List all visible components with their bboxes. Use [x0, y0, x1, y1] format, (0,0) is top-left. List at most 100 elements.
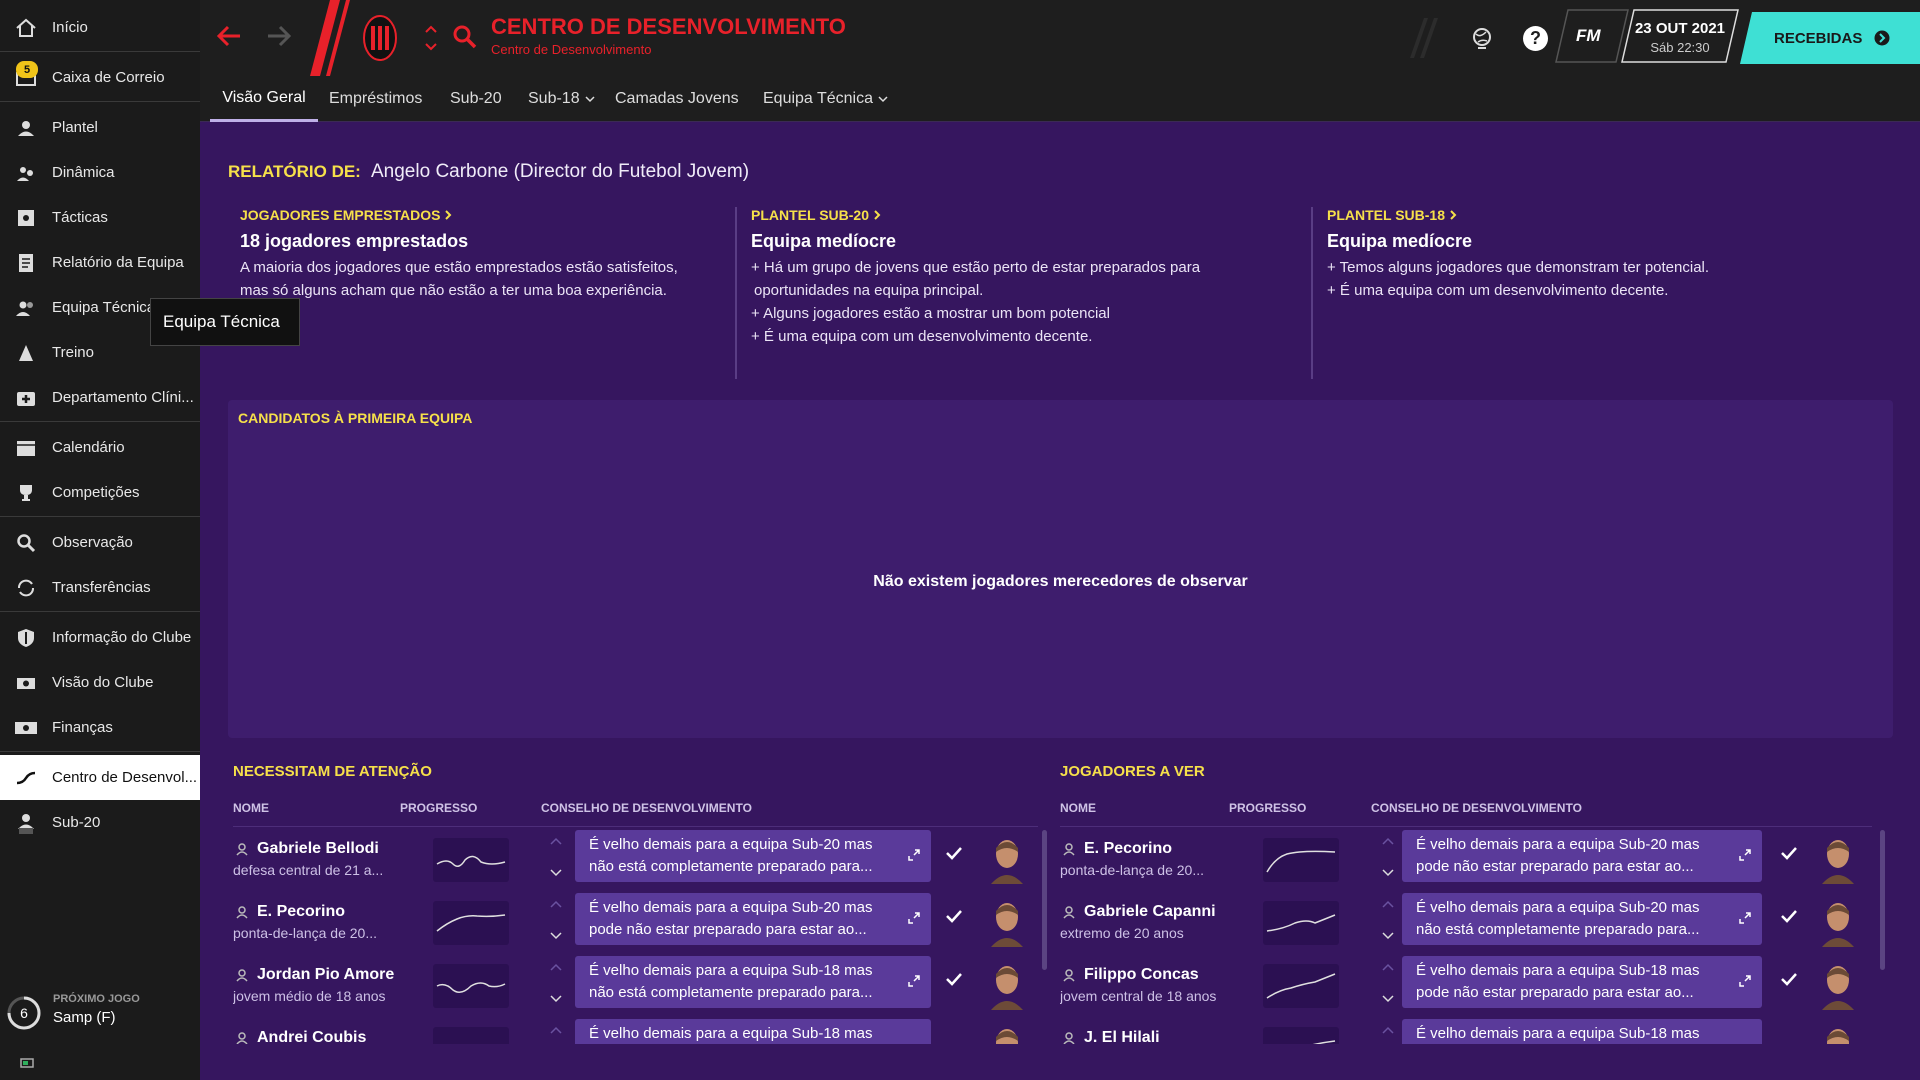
- check-icon[interactable]: [945, 846, 963, 860]
- back-arrow-icon[interactable]: [216, 24, 242, 48]
- check-icon[interactable]: [945, 909, 963, 923]
- next-match[interactable]: 6 PRÓXIMO JOGO Samp (F): [6, 985, 196, 1035]
- report-heading[interactable]: JOGADORES EMPRESTADOS: [240, 207, 740, 223]
- table-row[interactable]: Andrei Coubis É velho demais para a equi…: [233, 1019, 1043, 1044]
- sidebar-item-medico[interactable]: Departamento Clíni...: [0, 375, 200, 420]
- development-advice[interactable]: É velho demais para a equipa Sub-18 mas: [575, 1019, 931, 1044]
- table-row[interactable]: Gabriele Bellodi defesa central de 21 a.…: [233, 830, 1043, 890]
- updown-chevrons-icon[interactable]: [549, 895, 563, 945]
- report-title: Equipa medíocre: [751, 231, 897, 251]
- fm-button[interactable]: FM: [1576, 26, 1601, 46]
- development-advice[interactable]: É velho demais para a equipa Sub-18 mas …: [575, 956, 931, 1008]
- tab-visao-geral[interactable]: Visão Geral: [210, 76, 318, 122]
- advice-line: É velho demais para a equipa Sub-18 mas: [1416, 962, 1700, 979]
- tab-equipa-tecnica[interactable]: Equipa Técnica: [763, 76, 888, 122]
- staff-face-avatar: [1822, 903, 1854, 947]
- table-row[interactable]: E. Pecorino ponta-de-lança de 20... É ve…: [233, 893, 1043, 953]
- development-advice[interactable]: É velho demais para a equipa Sub-18 mas: [1402, 1019, 1762, 1044]
- check-icon[interactable]: [945, 972, 963, 986]
- column-header-advice[interactable]: CONSELHO DE DESENVOLVIMENTO: [1371, 801, 1582, 815]
- development-advice[interactable]: É velho demais para a equipa Sub-20 mas …: [575, 830, 931, 882]
- player-name[interactable]: E. Pecorino: [257, 903, 345, 921]
- help-icon[interactable]: ?: [1523, 26, 1548, 51]
- updown-chevrons-icon[interactable]: [1381, 1021, 1395, 1044]
- sidebar-item-competicoes[interactable]: Competições: [0, 470, 200, 515]
- column-header-advice[interactable]: CONSELHO DE DESENVOLVIMENTO: [541, 801, 752, 815]
- continue-button[interactable]: RECEBIDAS: [1740, 12, 1920, 64]
- sidebar-item-dinamica[interactable]: Dinâmica: [0, 150, 200, 195]
- scrollbar[interactable]: [1042, 830, 1047, 970]
- report-author: Angelo Carbone (Director do Futebol Jove…: [371, 161, 750, 182]
- sidebar-item-plantel[interactable]: Plantel: [0, 105, 200, 150]
- column-header-progress[interactable]: PROGRESSO: [1229, 801, 1306, 815]
- updown-chevrons-icon[interactable]: [1381, 958, 1395, 1008]
- report-line: + É uma equipa com um desenvolvimento de…: [751, 328, 1093, 345]
- column-header-progress[interactable]: PROGRESSO: [400, 801, 477, 815]
- report-heading[interactable]: PLANTEL SUB-18: [1327, 207, 1867, 223]
- sidebar-item-label: Finanças: [52, 719, 113, 736]
- expand-icon[interactable]: [1738, 974, 1752, 988]
- sidebar-item-observacao[interactable]: Observação: [0, 520, 200, 565]
- report-heading[interactable]: PLANTEL SUB-20: [751, 207, 1291, 223]
- table-row[interactable]: E. Pecorino ponta-de-lança de 20... É ve…: [1060, 830, 1882, 890]
- check-icon[interactable]: [1780, 909, 1798, 923]
- column-header-name[interactable]: NOME: [1060, 801, 1096, 815]
- player-name[interactable]: Gabriele Bellodi: [257, 840, 379, 858]
- club-crest-icon[interactable]: [362, 14, 398, 62]
- development-advice[interactable]: É velho demais para a equipa Sub-20 mas …: [1402, 893, 1762, 945]
- tab-sub18[interactable]: Sub-18: [528, 76, 595, 122]
- table-row[interactable]: Gabriele Capanni extremo de 20 anos É ve…: [1060, 893, 1882, 953]
- sidebar-item-centro-desenvolvimento[interactable]: Centro de Desenvol...: [0, 755, 200, 800]
- player-name[interactable]: E. Pecorino: [1084, 840, 1172, 858]
- sidebar-item-mail[interactable]: 5 Caixa de Correio: [0, 55, 200, 100]
- check-icon[interactable]: [1780, 846, 1798, 860]
- switch-chevrons-icon[interactable]: [424, 22, 438, 54]
- updown-chevrons-icon[interactable]: [549, 1021, 563, 1044]
- expand-icon[interactable]: [1738, 848, 1752, 862]
- tab-camadas-jovens[interactable]: Camadas Jovens: [615, 76, 739, 122]
- table-row[interactable]: Jordan Pio Amore jovem médio de 18 anos …: [233, 956, 1043, 1016]
- search-icon[interactable]: [452, 24, 478, 50]
- sidebar-item-label: Informação do Clube: [52, 629, 192, 646]
- sidebar-item-calendario[interactable]: Calendário: [0, 425, 200, 470]
- updown-chevrons-icon[interactable]: [549, 832, 563, 882]
- current-time: Sáb 22:30: [1650, 40, 1710, 55]
- expand-icon[interactable]: [907, 911, 921, 925]
- check-icon[interactable]: [1780, 972, 1798, 986]
- development-advice[interactable]: É velho demais para a equipa Sub-18 mas …: [1402, 956, 1762, 1008]
- forward-arrow-icon[interactable]: [266, 24, 292, 48]
- column-header-name[interactable]: NOME: [233, 801, 269, 815]
- player-name[interactable]: Filippo Concas: [1084, 966, 1199, 984]
- sidebar-item-financas[interactable]: Finanças: [0, 705, 200, 750]
- updown-chevrons-icon[interactable]: [1381, 895, 1395, 945]
- tab-emprestimos[interactable]: Empréstimos: [329, 76, 422, 122]
- progress-sparkline: [1263, 964, 1339, 1008]
- player-name[interactable]: Jordan Pio Amore: [257, 966, 394, 984]
- sidebar-item-transferencias[interactable]: Transferências: [0, 565, 200, 610]
- player-name[interactable]: Andrei Coubis: [257, 1029, 366, 1044]
- sidebar-item-visao-clube[interactable]: Visão do Clube: [0, 660, 200, 705]
- expand-icon[interactable]: [907, 974, 921, 988]
- table-row[interactable]: Filippo Concas jovem central de 18 anos …: [1060, 956, 1882, 1016]
- tab-sub20[interactable]: Sub-20: [450, 76, 502, 122]
- expand-icon[interactable]: [1738, 911, 1752, 925]
- player-name[interactable]: Gabriele Capanni: [1084, 903, 1216, 921]
- globe-icon[interactable]: [1470, 26, 1494, 50]
- sidebar-item-sub20[interactable]: Sub-20: [0, 800, 200, 845]
- advice-line: É velho demais para a equipa Sub-18 mas: [589, 1025, 873, 1042]
- sidebar-item-info-clube[interactable]: Informação do Clube: [0, 615, 200, 660]
- player-name[interactable]: J. El Hilali: [1084, 1029, 1160, 1044]
- updown-chevrons-icon[interactable]: [1381, 832, 1395, 882]
- divider: [0, 516, 200, 517]
- expand-icon[interactable]: [907, 848, 921, 862]
- development-advice[interactable]: É velho demais para a equipa Sub-20 mas …: [1402, 830, 1762, 882]
- sidebar-item-tacticas[interactable]: Tácticas: [0, 195, 200, 240]
- table-row[interactable]: J. El Hilali É velho demais para a equip…: [1060, 1019, 1882, 1044]
- sidebar-item-relatorio[interactable]: Relatório da Equipa: [0, 240, 200, 285]
- scrollbar[interactable]: [1880, 830, 1885, 970]
- current-date[interactable]: 23 OUT 2021: [1630, 20, 1730, 37]
- updown-chevrons-icon[interactable]: [549, 958, 563, 1008]
- sidebar-item-inicio[interactable]: Início: [0, 5, 200, 50]
- sidebar-item-label: Departamento Clíni...: [52, 389, 194, 406]
- development-advice[interactable]: É velho demais para a equipa Sub-20 mas …: [575, 893, 931, 945]
